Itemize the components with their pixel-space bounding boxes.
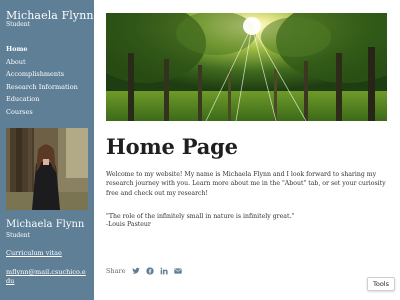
curriculum-vitae-link[interactable]: Curriculum vitae bbox=[6, 249, 62, 257]
facebook-icon[interactable] bbox=[146, 267, 155, 275]
page-title: Home Page bbox=[106, 134, 238, 159]
sidebar: Michaela Flynn Student Home About Accomp… bbox=[0, 0, 94, 300]
hero-forest-graphic bbox=[106, 13, 387, 121]
nav-item-about[interactable]: About bbox=[6, 56, 78, 69]
profile-photo-graphic bbox=[6, 128, 88, 210]
share-label: Share bbox=[106, 267, 126, 275]
sidebar-nav: Home About Accomplishments Research Info… bbox=[6, 43, 78, 118]
nav-item-home[interactable]: Home bbox=[6, 43, 78, 56]
profile-role: Student bbox=[6, 232, 31, 239]
profile-name: Michaela Flynn bbox=[6, 219, 85, 230]
nav-item-education[interactable]: Education bbox=[6, 93, 78, 106]
hero-image bbox=[106, 13, 387, 121]
linkedin-icon[interactable] bbox=[160, 267, 169, 275]
nav-item-research-information[interactable]: Research Information bbox=[6, 81, 78, 94]
share-bar: Share bbox=[106, 266, 183, 276]
site-subtitle: Student bbox=[6, 21, 31, 28]
intro-paragraph: Welcome to my website! My name is Michae… bbox=[106, 171, 386, 197]
profile-photo bbox=[6, 128, 88, 210]
quote-author: -Louis Pasteur bbox=[106, 221, 151, 228]
twitter-icon[interactable] bbox=[132, 267, 141, 275]
nav-item-accomplishments[interactable]: Accomplishments bbox=[6, 68, 78, 81]
nav-item-courses[interactable]: Courses bbox=[6, 106, 78, 119]
tools-button[interactable]: Tools bbox=[367, 277, 395, 291]
email-icon[interactable] bbox=[174, 267, 183, 275]
email-link[interactable]: mflynn@mail.csuchico.edu bbox=[6, 268, 88, 286]
